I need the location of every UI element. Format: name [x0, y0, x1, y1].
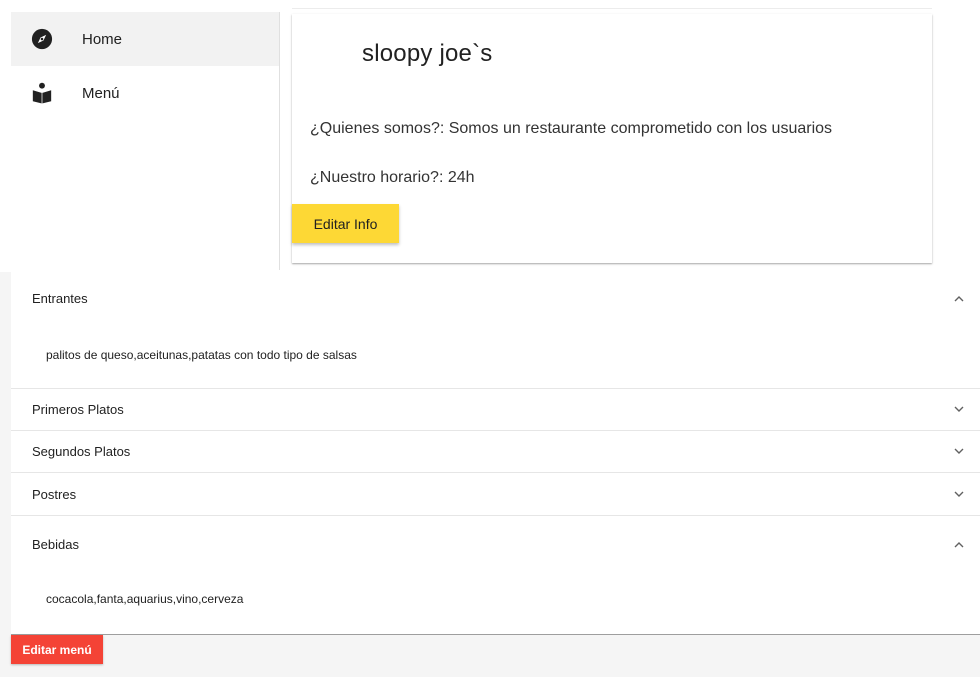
- sidebar-item-home[interactable]: Home: [11, 12, 279, 66]
- divider: [292, 8, 932, 9]
- section-content: cocacola,fanta,aquarius,vino,cerveza: [46, 592, 244, 606]
- section-title: Entrantes: [32, 290, 88, 306]
- top-area: Home Menú sloopy joe`s ¿Quienes somos?: …: [0, 0, 980, 272]
- accordion-header-primeros-platos[interactable]: Primeros Platos: [11, 389, 980, 430]
- chevron-down-icon: [954, 447, 964, 457]
- menu-accordion: Entrantes palitos de queso,aceitunas,pat…: [11, 272, 980, 635]
- hours-text: ¿Nuestro horario?: 24h: [310, 169, 475, 186]
- sidebar-item-menu[interactable]: Menú: [11, 66, 279, 120]
- accordion-header-entrantes[interactable]: Entrantes: [11, 272, 980, 324]
- edit-info-button[interactable]: Editar Info: [292, 204, 399, 243]
- accordion-header-bebidas[interactable]: Bebidas: [11, 516, 980, 572]
- section-title: Primeros Platos: [32, 402, 124, 417]
- section-title: Bebidas: [32, 536, 79, 552]
- divider: [11, 634, 980, 635]
- chevron-up-icon: [954, 539, 964, 549]
- edit-menu-button[interactable]: Editar menú: [11, 635, 103, 664]
- section-title: Segundos Platos: [32, 444, 131, 459]
- chevron-up-icon: [954, 293, 964, 303]
- section-title: Postres: [32, 486, 77, 502]
- sidebar-item-label: Menú: [82, 84, 120, 102]
- section-content: palitos de queso,aceitunas,patatas con t…: [46, 348, 357, 362]
- sidebar: Home Menú: [11, 12, 280, 270]
- accordion-header-segundos-platos[interactable]: Segundos Platos: [11, 431, 980, 472]
- menu-book-icon: [31, 82, 53, 104]
- info-card: sloopy joe`s ¿Quienes somos?: Somos un r…: [292, 14, 932, 263]
- chevron-down-icon: [954, 489, 964, 499]
- accordion-header-postres[interactable]: Postres: [11, 473, 980, 515]
- chevron-down-icon: [954, 405, 964, 415]
- sidebar-item-label: Home: [82, 30, 123, 48]
- compass-icon: [31, 28, 53, 50]
- restaurant-name: sloopy joe`s: [362, 40, 493, 67]
- about-text: ¿Quienes somos?: Somos un restaurante co…: [310, 120, 833, 137]
